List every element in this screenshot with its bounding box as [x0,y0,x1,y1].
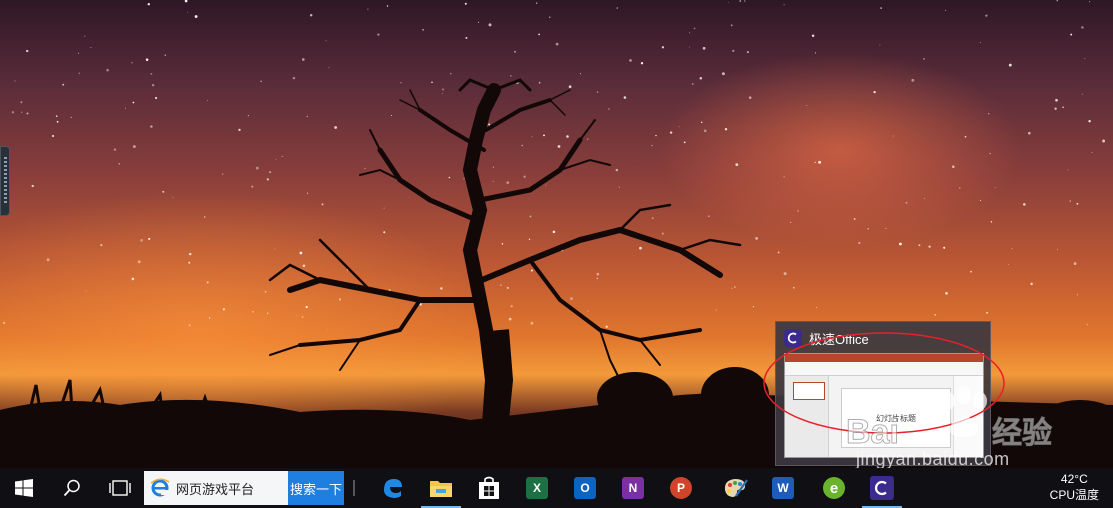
onenote-icon: N [622,477,644,499]
thumbnail-slide-pane [785,376,829,457]
paint-icon [724,479,748,497]
cpu-temperature-value: 42°C [1060,472,1088,486]
taskbar-app-excel[interactable]: X [513,468,561,508]
taskbar: 网页游戏平台 搜索一下 X O N P W e 42°C CPU温度 [0,468,1113,508]
thumbnail-slide-mini [793,382,825,400]
taskbar-app-outlook[interactable]: O [561,468,609,508]
taskbar-app-edge[interactable] [369,468,417,508]
baidu-logo-icon: Bai 经验 [846,386,1053,452]
thumbnail-ribbon [785,362,983,376]
file-explorer-icon [430,481,452,497]
excel-icon: X [526,477,548,499]
thumbnail-titlebar [785,354,983,362]
browser-icon: e [823,477,845,499]
outlook-icon: O [574,477,596,499]
taskbar-app-jisu-office[interactable] [858,468,906,508]
powerpoint-icon: P [670,477,692,499]
cpu-temperature-label: CPU温度 [1049,488,1099,502]
jisu-office-icon [870,476,894,500]
taskbar-separator [353,480,355,496]
search-box-text: 网页游戏平台 [176,481,255,497]
taskbar-app-onenote[interactable]: N [609,468,657,508]
cpu-temperature-widget[interactable]: 42°C CPU温度 [1050,471,1099,503]
taskbar-app-store[interactable] [465,468,513,508]
side-drag-handle[interactable] [0,146,10,216]
edge-icon [384,479,402,498]
task-view-button[interactable] [96,468,144,508]
taskbar-app-browser[interactable]: e [810,468,858,508]
search-submit-button[interactable]: 搜索一下 [288,471,344,505]
start-button[interactable] [0,468,48,508]
word-icon: W [772,477,794,499]
windows-icon [15,479,33,497]
store-icon [479,476,499,499]
taskbar-search-box[interactable]: 网页游戏平台 [144,471,290,505]
preview-header: 极速Office [776,322,990,354]
jisu-office-logo-icon [784,329,802,347]
task-view-icon [109,480,131,496]
preview-title: 极速Office [809,331,869,347]
search-button[interactable] [48,468,96,508]
baidu-jingyan-watermark: Bai 经验 jingyan.baidu.com [846,385,1066,475]
search-icon [63,479,80,497]
watermark-site: jingyan.baidu.com [856,449,1010,469]
taskbar-app-powerpoint[interactable]: P [657,468,705,508]
taskbar-app-file-explorer[interactable] [417,468,465,508]
svg-text:Bai: Bai [846,413,899,449]
svg-text:经验: 经验 [992,416,1052,449]
taskbar-app-paint[interactable] [711,468,759,508]
taskbar-app-word[interactable]: W [759,468,807,508]
ie-icon [150,478,170,497]
